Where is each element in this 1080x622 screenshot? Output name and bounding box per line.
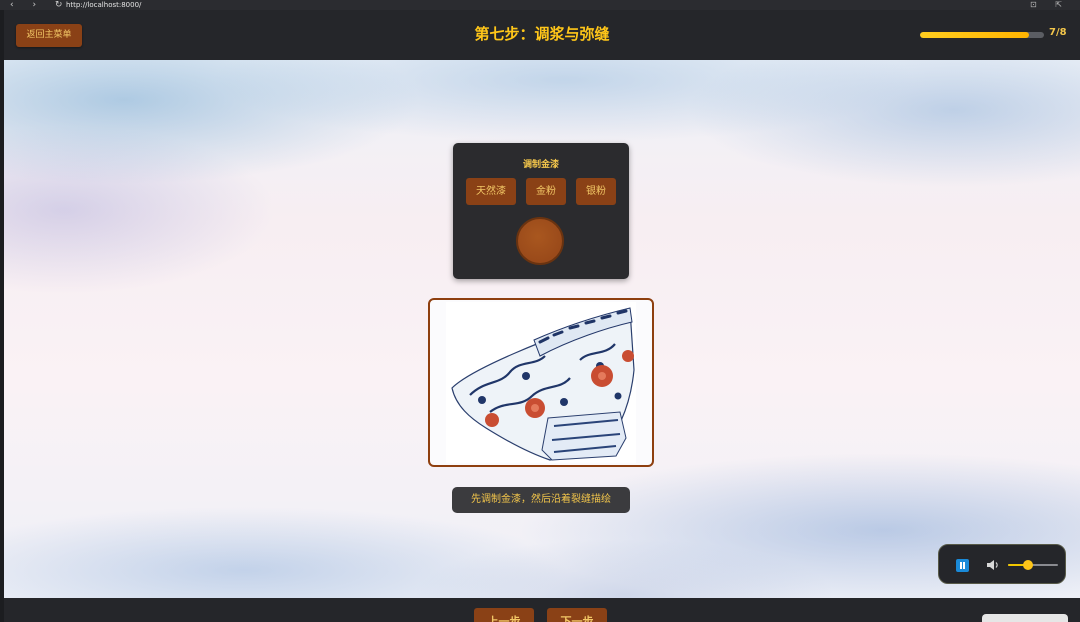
instruction-hint: 先调制金漆，然后沿着裂缝描绘 <box>452 487 630 513</box>
mixing-panel-title: 调制金漆 <box>522 160 559 170</box>
app-window: ‹ › ↻ http://localhost:8000/ ⊡ ⇱ 返回主菜单 第… <box>0 0 1080 622</box>
audio-controls <box>938 544 1066 584</box>
volume-icon[interactable] <box>986 558 1000 572</box>
material-gold-powder-button[interactable]: 金粉 <box>526 178 566 205</box>
browser-bar: ‹ › ↻ http://localhost:8000/ ⊡ ⇱ <box>0 0 1080 10</box>
volume-slider[interactable] <box>1008 560 1058 570</box>
blue-white-porcelain-bowl-image <box>446 302 636 463</box>
browser-action-icons[interactable]: ⊡ ⇱ <box>1030 0 1070 10</box>
bottom-navigation: 上一步 下一步 <box>4 598 1080 622</box>
gold-lacquer-mixing-panel: 调制金漆 天然漆 金粉 银粉 <box>453 143 629 279</box>
app-header: 返回主菜单 第七步：调浆与弥缝 7/8 <box>4 10 1080 60</box>
mixing-bowl[interactable] <box>516 217 564 265</box>
restoration-stage: 调制金漆 天然漆 金粉 银粉 先调制金漆，然后沿着裂缝描绘 <box>4 60 1080 598</box>
progress-text: 7/8 <box>1049 27 1067 38</box>
material-silver-powder-button[interactable]: 银粉 <box>576 178 616 205</box>
material-natural-lacquer-button[interactable]: 天然漆 <box>466 178 516 205</box>
progress-bar <box>920 32 1044 38</box>
pause-icon[interactable] <box>956 559 969 572</box>
step-title: 第七步：调浆与弥缝 <box>474 25 610 43</box>
browser-nav-icons[interactable]: ‹ › ↻ <box>10 0 70 10</box>
address-bar[interactable]: http://localhost:8000/ <box>66 0 141 10</box>
porcelain-bowl-canvas[interactable] <box>428 298 654 467</box>
previous-step-button[interactable]: 上一步 <box>474 608 534 622</box>
progress-fill <box>920 32 1029 38</box>
next-step-button[interactable]: 下一步 <box>547 608 607 622</box>
volume-thumb[interactable] <box>1023 560 1033 570</box>
corner-control-button[interactable] <box>982 614 1068 622</box>
